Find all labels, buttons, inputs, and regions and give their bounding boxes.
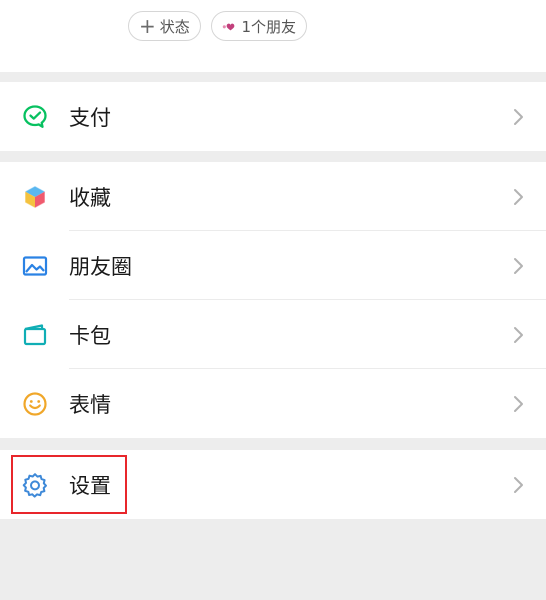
favorites-cube-icon [21, 183, 49, 211]
menu-item-label: 朋友圈 [69, 254, 132, 279]
cards-wallet-icon [21, 321, 49, 349]
menu-item-label: 收藏 [69, 185, 111, 210]
menu-item-stickers[interactable]: 表情 [0, 369, 546, 438]
profile-status-area: + 状态 1个朋友 [0, 0, 546, 72]
menu-item-settings[interactable]: 设置 [0, 450, 546, 519]
gear-icon [21, 471, 49, 499]
chevron-right-icon [514, 326, 523, 343]
heart-avatar-icon [222, 23, 235, 31]
menu-item-favorites[interactable]: 收藏 [0, 162, 546, 231]
add-status-button[interactable]: + 状态 [128, 11, 201, 41]
moments-picture-icon [21, 252, 49, 280]
menu-item-pay[interactable]: 支付 [0, 82, 546, 151]
chevron-right-icon [514, 108, 523, 125]
menu-item-label: 支付 [69, 105, 111, 130]
menu-item-label: 表情 [69, 392, 111, 417]
pay-icon [21, 103, 49, 131]
menu-item-cards[interactable]: 卡包 [0, 300, 546, 369]
main-menu-group: 收藏 朋友圈 卡包 表情 [0, 162, 546, 438]
plus-icon: + [139, 14, 156, 38]
add-status-label: 状态 [159, 17, 190, 36]
smiley-face-icon [21, 390, 49, 418]
chevron-right-icon [514, 476, 523, 493]
friends-chip[interactable]: 1个朋友 [211, 11, 307, 41]
settings-group: 设置 [0, 450, 546, 519]
friends-label: 1个朋友 [241, 17, 296, 36]
pay-group: 支付 [0, 82, 546, 151]
menu-item-moments[interactable]: 朋友圈 [0, 231, 546, 300]
chevron-right-icon [514, 188, 523, 205]
menu-item-label: 卡包 [69, 323, 111, 348]
chevron-right-icon [514, 395, 523, 412]
menu-item-label: 设置 [69, 473, 111, 498]
chevron-right-icon [514, 257, 523, 274]
